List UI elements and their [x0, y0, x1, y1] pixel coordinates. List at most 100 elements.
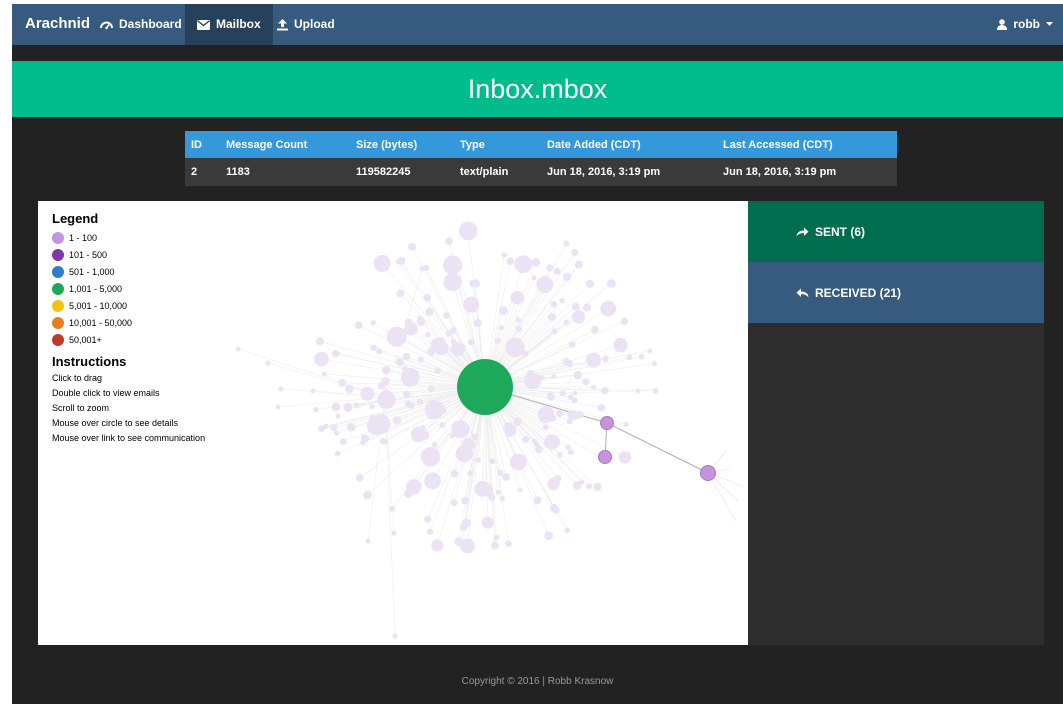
graph-node[interactable] — [459, 523, 468, 531]
nav-mailbox[interactable]: Mailbox — [185, 4, 273, 45]
graph-node[interactable] — [373, 254, 391, 272]
graph-node[interactable] — [626, 354, 633, 361]
graph-node[interactable] — [647, 348, 653, 354]
graph-node[interactable] — [572, 390, 578, 396]
graph-node[interactable] — [438, 405, 447, 414]
graph-node[interactable] — [499, 495, 506, 502]
graph-node[interactable] — [423, 293, 432, 302]
graph-node[interactable] — [363, 490, 372, 500]
graph-node[interactable] — [417, 315, 423, 321]
graph-node[interactable] — [533, 496, 542, 505]
graph-node[interactable] — [376, 348, 383, 355]
graph-node[interactable] — [563, 240, 570, 247]
graph-node[interactable] — [565, 444, 571, 450]
graph-node[interactable] — [334, 450, 341, 457]
graph-node[interactable] — [491, 541, 499, 550]
graph-node[interactable] — [567, 410, 577, 419]
graph-node[interactable] — [396, 289, 405, 298]
user-menu[interactable]: robb — [997, 4, 1053, 45]
graph-node[interactable] — [551, 328, 558, 335]
graph-node[interactable] — [381, 365, 391, 375]
graph-node[interactable] — [623, 421, 629, 428]
graph-node[interactable] — [522, 435, 530, 443]
graph-node[interactable] — [598, 450, 612, 464]
graph-node[interactable] — [573, 370, 583, 380]
nav-upload[interactable]: Upload — [265, 4, 347, 45]
graph-node[interactable] — [420, 447, 441, 467]
graph-node[interactable] — [450, 469, 459, 478]
graph-node[interactable] — [601, 386, 609, 395]
graph-node[interactable] — [315, 337, 325, 346]
graph-node[interactable] — [388, 505, 396, 512]
graph-node[interactable] — [235, 346, 241, 352]
graph-node[interactable] — [366, 416, 386, 435]
graph-node[interactable] — [547, 392, 555, 401]
graph-node[interactable] — [547, 477, 560, 491]
graph-node[interactable] — [331, 349, 340, 358]
graph-node[interactable] — [382, 439, 388, 445]
graph-node[interactable] — [365, 538, 371, 544]
graph-node[interactable] — [509, 453, 527, 471]
graph-node[interactable] — [431, 539, 444, 552]
graph-node[interactable] — [568, 341, 576, 348]
graph-node[interactable] — [404, 489, 413, 499]
graph-link[interactable] — [384, 396, 396, 637]
graph-node[interactable] — [652, 387, 659, 394]
graph-node[interactable] — [536, 276, 554, 294]
graph-node[interactable] — [346, 422, 356, 432]
graph-node[interactable] — [523, 372, 542, 390]
graph-node[interactable] — [513, 417, 522, 426]
graph-node[interactable] — [355, 473, 364, 482]
graph-node[interactable] — [450, 499, 458, 507]
graph-node[interactable] — [593, 482, 602, 491]
graph-node[interactable] — [559, 297, 565, 304]
graph-node[interactable] — [381, 377, 390, 386]
graph-node[interactable] — [489, 458, 496, 465]
graph-node[interactable] — [563, 319, 570, 326]
graph-node[interactable] — [395, 358, 405, 367]
graph-node[interactable] — [330, 424, 338, 432]
graph-node[interactable] — [449, 432, 456, 439]
nav-dashboard[interactable]: Dashboard — [88, 4, 194, 45]
graph-node[interactable] — [600, 300, 617, 317]
graph-node[interactable] — [542, 424, 549, 430]
graph-node[interactable] — [392, 633, 398, 639]
graph-node[interactable] — [404, 318, 414, 328]
graph-node[interactable] — [425, 331, 431, 338]
graph-node[interactable] — [427, 385, 435, 393]
graph-node[interactable] — [321, 371, 327, 377]
graph-node[interactable] — [546, 264, 554, 272]
graph-node[interactable] — [416, 398, 423, 405]
graph-node[interactable] — [457, 359, 513, 415]
graph-node[interactable] — [591, 384, 597, 390]
graph-node[interactable] — [497, 469, 504, 476]
graph-node[interactable] — [597, 403, 606, 412]
graph-node[interactable] — [473, 319, 482, 328]
graph-node[interactable] — [502, 473, 511, 482]
network-graph-panel[interactable]: Legend 1 - 100 101 - 500 501 - 1,000 1,0… — [38, 201, 748, 645]
graph-node[interactable] — [504, 421, 514, 431]
graph-node[interactable] — [392, 416, 402, 425]
graph-node[interactable] — [424, 515, 432, 523]
graph-node[interactable] — [425, 307, 434, 316]
graph-node[interactable] — [402, 352, 411, 361]
graph-node[interactable] — [339, 438, 347, 445]
graph-node[interactable] — [510, 290, 525, 305]
graph-node[interactable] — [471, 433, 479, 441]
graph-node[interactable] — [600, 416, 614, 430]
graph-node[interactable] — [265, 360, 271, 366]
graph-node[interactable] — [381, 403, 387, 409]
graph-node[interactable] — [571, 249, 579, 257]
graph-node[interactable] — [434, 367, 441, 375]
graph-node[interactable] — [386, 326, 407, 347]
graph-node[interactable] — [313, 406, 319, 413]
graph-node[interactable] — [488, 493, 496, 501]
graph-node[interactable] — [547, 312, 556, 322]
graph-node[interactable] — [515, 317, 522, 323]
graph-node[interactable] — [430, 337, 445, 352]
graph-node[interactable] — [602, 355, 609, 362]
graph-node[interactable] — [585, 279, 595, 288]
graph-node[interactable] — [468, 338, 475, 346]
graph-node[interactable] — [424, 472, 441, 490]
graph-node[interactable] — [549, 503, 558, 512]
